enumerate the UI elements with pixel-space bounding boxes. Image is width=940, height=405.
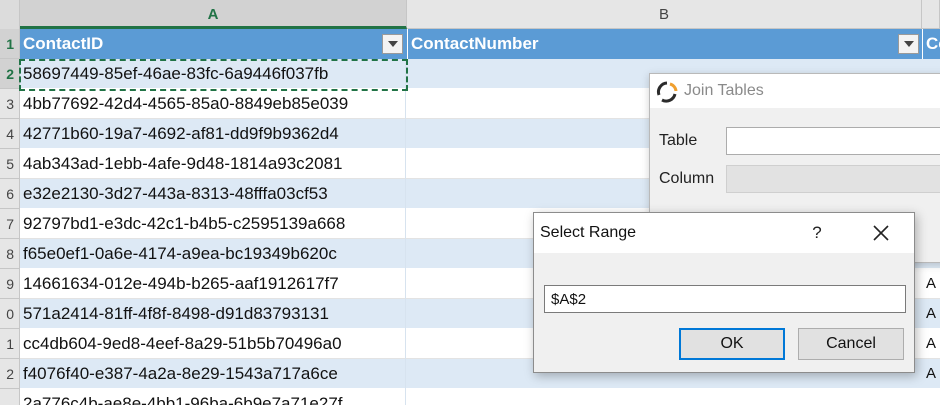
column-c-cell[interactable]: A xyxy=(922,329,940,359)
contactid-cell[interactable]: 4ab343ad-1ebb-4afe-9d48-1814a93c2081 xyxy=(20,149,406,179)
row-number[interactable]: 5 xyxy=(0,149,20,179)
column-field xyxy=(726,165,940,193)
row-number[interactable]: 1 xyxy=(0,329,20,359)
row-number[interactable]: 6 xyxy=(0,179,20,209)
contactid-cell[interactable]: 14661634-012e-494b-b265-aaf1912617f7 xyxy=(20,269,406,299)
row-number[interactable]: 8 xyxy=(0,239,20,269)
header-contactnumber[interactable]: ContactNumber xyxy=(407,29,887,59)
header-column-c[interactable]: Co xyxy=(922,29,940,59)
contactid-cell[interactable]: 92797bd1-e3dc-42c1-b4b5-c2595139a668 xyxy=(20,209,406,239)
close-icon[interactable] xyxy=(866,219,896,247)
table-row: 2a776c4b-ae8e-4bb1-96ba-6b9e7a71e27f xyxy=(20,389,940,405)
column-header-b[interactable]: B xyxy=(407,0,922,29)
column-c-cell[interactable]: A xyxy=(922,299,940,329)
column-label: Column xyxy=(659,170,715,187)
select-all-corner[interactable] xyxy=(0,0,20,29)
join-tables-title: Join Tables xyxy=(684,82,764,99)
contactid-cell[interactable]: 4bb77692-42d4-4565-85a0-8849eb85e039 xyxy=(20,89,406,119)
filter-dropdown-icon[interactable] xyxy=(898,34,919,54)
contactid-cell[interactable]: cc4db604-9ed8-4eef-8a29-51b5b70496a0 xyxy=(20,329,406,359)
row-number[interactable]: 2 xyxy=(0,59,20,89)
select-range-dialog: Select Range ? OK Cancel xyxy=(533,212,915,373)
filter-dropdown-icon[interactable] xyxy=(382,34,403,54)
column-c-cell[interactable] xyxy=(922,389,940,405)
column-header-strip: A B xyxy=(0,0,940,29)
row-number[interactable] xyxy=(0,389,20,405)
column-c-cell[interactable]: A xyxy=(922,359,940,389)
row-number[interactable]: 9 xyxy=(0,269,20,299)
row-number[interactable]: 1 xyxy=(0,29,20,59)
row-number[interactable]: 4 xyxy=(0,119,20,149)
contactid-cell[interactable]: f4076f40-e387-4a2a-8e29-1543a717a6ce xyxy=(20,359,406,389)
contactid-cell[interactable]: e32e2130-3d27-443a-8313-48fffa03cf53 xyxy=(20,179,406,209)
contactid-cell[interactable]: 2a776c4b-ae8e-4bb1-96ba-6b9e7a71e27f xyxy=(20,389,406,405)
help-button[interactable]: ? xyxy=(804,220,830,246)
row-number[interactable]: 2 xyxy=(0,359,20,389)
select-range-titlebar[interactable]: Select Range ? xyxy=(534,213,914,253)
ok-button[interactable]: OK xyxy=(679,328,785,360)
column-header-a[interactable]: A xyxy=(20,0,407,29)
table-header-row: ContactID ContactNumber Co xyxy=(20,29,940,59)
range-input[interactable] xyxy=(544,285,906,313)
contactid-cell[interactable]: 42771b60-19a7-4692-af81-dd9f9b9362d4 xyxy=(20,119,406,149)
select-range-title: Select Range xyxy=(540,224,637,241)
table-label: Table xyxy=(659,132,698,149)
cancel-button[interactable]: Cancel xyxy=(798,328,904,360)
contactid-cell[interactable]: f65e0ef1-0a6e-4174-a9ea-bc19349b620c xyxy=(20,239,406,269)
table-field[interactable] xyxy=(726,127,940,155)
header-contactid[interactable]: ContactID xyxy=(20,29,380,59)
row-number[interactable]: 0 xyxy=(0,299,20,329)
join-tables-titlebar[interactable]: Join Tables xyxy=(650,74,940,108)
row-number[interactable]: 7 xyxy=(0,209,20,239)
row-number[interactable]: 3 xyxy=(0,89,20,119)
contactid-cell[interactable]: 571a2414-81ff-4f8f-8498-d91d83793131 xyxy=(20,299,406,329)
column-c-cell[interactable]: A xyxy=(922,269,940,299)
contactid-cell[interactable]: 58697449-85ef-46ae-83fc-6a9446f037fb xyxy=(20,59,406,89)
join-tables-logo-icon xyxy=(657,81,678,103)
column-header-c[interactable] xyxy=(922,0,940,29)
